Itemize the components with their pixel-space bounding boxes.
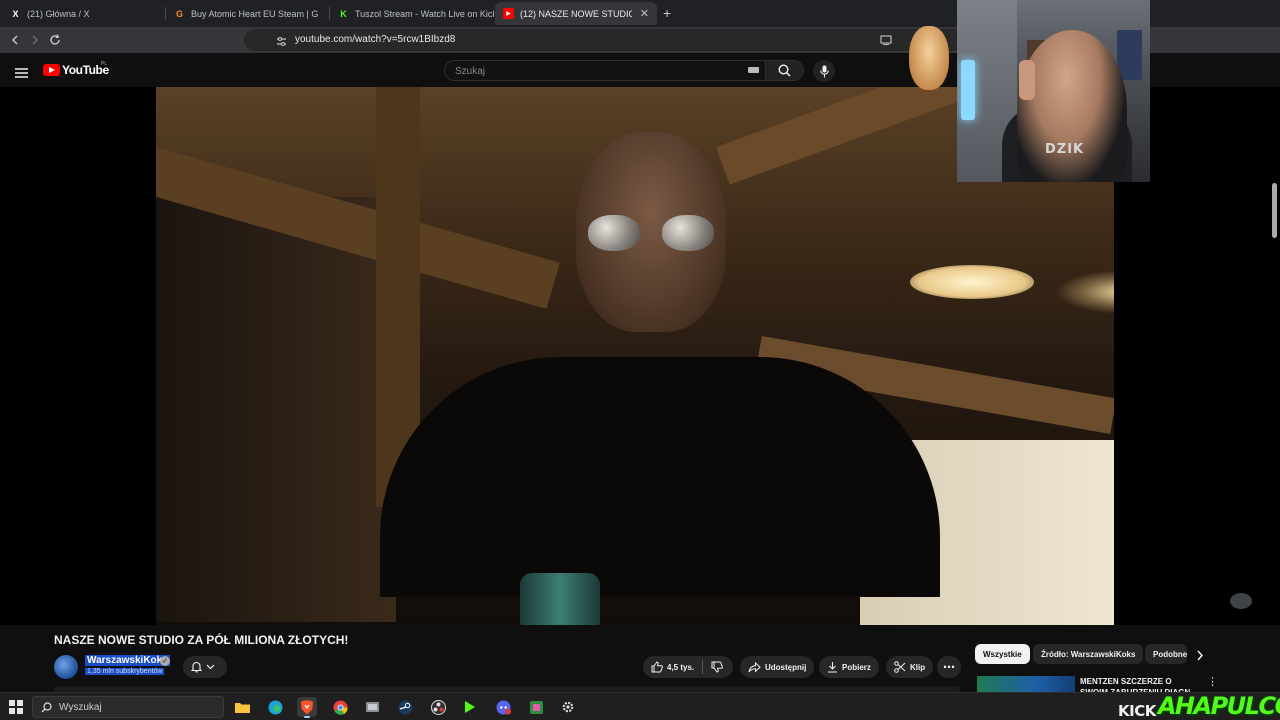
browser-tab-x[interactable]: X (21) Główna / X: [2, 2, 162, 25]
obs-icon[interactable]: [428, 697, 448, 717]
address-bar[interactable]: youtube.com/watch?v=5rcw1BIbzd8: [244, 29, 964, 51]
reload-icon[interactable]: [46, 31, 64, 49]
download-button[interactable]: Pobierz: [819, 656, 879, 678]
taskbar-search-input[interactable]: [59, 700, 219, 714]
like-divider: [702, 660, 704, 674]
more-horizontal-icon: ⋯: [943, 660, 955, 674]
notifications-button[interactable]: [183, 656, 227, 678]
video-scene-wall: [156, 197, 396, 622]
webcam-shirt-text: DZIK: [1045, 142, 1085, 157]
channel-avatar[interactable]: [54, 655, 78, 679]
microphone-icon: [819, 65, 829, 77]
file-explorer-icon[interactable]: [232, 697, 252, 717]
tab-label: Tuszol Stream - Watch Live on Kick: [355, 8, 494, 19]
chevron-down-icon: [206, 664, 215, 670]
kick-logo-icon: K: [340, 8, 347, 19]
region-code: PL: [101, 61, 108, 67]
menu-icon[interactable]: [15, 65, 28, 83]
search-input[interactable]: [455, 63, 735, 79]
search-button[interactable]: [766, 60, 804, 81]
windows-start-icon[interactable]: [9, 700, 23, 714]
x-logo-icon: X: [12, 8, 19, 19]
steam-icon[interactable]: [395, 697, 415, 717]
share-button[interactable]: Udostępnij: [740, 656, 815, 678]
youtube-favicon-icon: ▶: [503, 8, 514, 19]
gamivo-logo-icon: G: [175, 8, 183, 19]
forward-icon[interactable]: [26, 31, 44, 49]
kick-icon[interactable]: [460, 697, 480, 717]
active-indicator: [304, 716, 310, 718]
clip-button[interactable]: Klip: [886, 656, 934, 678]
brave-icon[interactable]: [297, 697, 317, 718]
back-icon[interactable]: [6, 31, 24, 49]
streamer-name: AHAPULCO: [1157, 692, 1280, 720]
scissors-icon: [894, 661, 906, 673]
like-button[interactable]: 4,5 tys.: [651, 661, 694, 673]
kick-wordmark: KICK: [1118, 702, 1156, 720]
keyboard-icon[interactable]: [748, 67, 759, 73]
chip-source-channel[interactable]: Źródło: WarszawskiKoks: [1033, 644, 1144, 664]
youtube-logo[interactable]: YouTube PL: [43, 61, 109, 77]
browser-tab-kick[interactable]: K Tuszol Stream - Watch Live on Kick: [330, 2, 494, 25]
app-icon[interactable]: [362, 697, 382, 717]
webcam-neon-light: [961, 60, 975, 120]
settings-icon[interactable]: [558, 697, 578, 717]
browser-tab-gamivo[interactable]: G Buy Atomic Heart EU Steam | GAMIVO: [166, 2, 326, 25]
subscriber-count: 1,35 mln subskrybentów: [85, 668, 165, 675]
more-actions-button[interactable]: ⋯: [937, 656, 961, 678]
bell-icon: [191, 661, 202, 673]
ceiling-lamp: [910, 265, 1034, 299]
chevron-right-icon[interactable]: [1196, 648, 1204, 666]
video-can: [520, 573, 600, 625]
tab-label: Buy Atomic Heart EU Steam | GAMIVO: [191, 8, 318, 19]
like-count: 4,5 tys.: [667, 662, 695, 672]
streamer-webcam: DZIK: [957, 0, 1150, 182]
search-icon: [41, 702, 52, 713]
youtube-play-icon: [43, 64, 60, 76]
webcam-raised-hand: [1019, 60, 1035, 100]
cast-icon[interactable]: [877, 31, 895, 49]
chip-all[interactable]: Wszystkie: [975, 644, 1030, 664]
windows-taskbar: [0, 692, 1280, 720]
watermark-icon: [1230, 593, 1252, 609]
tab-label: (21) Główna / X: [27, 8, 90, 19]
search-icon: [778, 64, 791, 77]
site-info-icon[interactable]: [276, 34, 287, 52]
clip-label: Klip: [910, 662, 926, 672]
dislike-button[interactable]: [711, 661, 724, 673]
tab-label: (12) NASZE NOWE STUDIO ZA PÓŁ MILIONA: [520, 8, 632, 19]
like-dislike-group: 4,5 tys.: [643, 656, 733, 678]
sunglasses-right: [662, 215, 714, 251]
webcam-person: [1017, 30, 1127, 182]
thumbs-down-icon: [711, 661, 724, 673]
game-icon[interactable]: [526, 697, 546, 717]
thumbs-up-icon: [651, 661, 663, 673]
url-text: youtube.com/watch?v=5rcw1BIbzd8: [295, 34, 456, 45]
chip-related[interactable]: Podobne: [1145, 644, 1187, 664]
video-title: NASZE NOWE STUDIO ZA PÓŁ MILIONA ZŁOTYCH…: [54, 633, 349, 647]
video-person-body: [380, 357, 940, 597]
share-label: Udostępnij: [765, 662, 807, 672]
discord-icon[interactable]: [493, 697, 513, 717]
browser-tab-youtube-active[interactable]: ▶ (12) NASZE NOWE STUDIO ZA PÓŁ MILIONA …: [495, 2, 657, 25]
voice-search-button[interactable]: [813, 60, 835, 82]
close-tab-icon[interactable]: ✕: [632, 7, 649, 20]
hamster-sticker: [909, 26, 949, 90]
download-label: Pobierz: [842, 662, 871, 672]
share-icon: [748, 661, 761, 673]
taskbar-search: [32, 696, 224, 718]
kick-overlay-branding: KICK AHAPULCO: [1118, 690, 1280, 720]
search-box: [444, 60, 766, 81]
download-icon: [828, 662, 837, 673]
new-tab-icon[interactable]: +: [663, 5, 671, 21]
verified-check-icon: ✓: [160, 656, 170, 666]
page-scrollbar-thumb[interactable]: [1272, 183, 1277, 238]
more-vertical-icon[interactable]: ⋮: [1207, 675, 1218, 688]
edge-icon[interactable]: [265, 697, 285, 717]
channel-name[interactable]: WarszawskiKoks: [85, 655, 170, 666]
sunglasses-left: [588, 215, 640, 251]
chrome-icon[interactable]: [330, 697, 350, 717]
